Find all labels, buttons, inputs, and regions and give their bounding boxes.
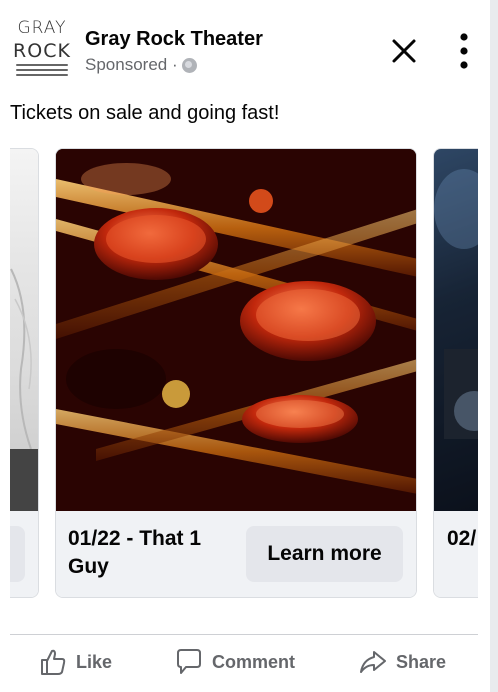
card-image-previous <box>10 149 38 511</box>
ad-carousel[interactable]: 01/22 - That 1 Guy Learn more 02/ Wi <box>10 148 478 600</box>
thumbs-up-icon <box>41 649 66 675</box>
share-label: Share <box>396 651 447 672</box>
comment-button[interactable]: Comment <box>174 642 295 682</box>
carousel-card-next[interactable]: 02/ Wi <box>433 148 478 598</box>
like-label: Like <box>76 651 113 672</box>
page-name-link[interactable]: Gray Rock Theater <box>85 28 263 51</box>
share-button[interactable]: Share <box>358 642 446 682</box>
scrollbar-track <box>490 0 498 692</box>
like-button[interactable]: Like <box>38 642 112 682</box>
carousel-card[interactable]: 01/22 - That 1 Guy Learn more <box>55 148 417 598</box>
comment-label: Comment <box>212 651 296 672</box>
sponsored-label[interactable]: Sponsored · <box>85 55 197 75</box>
ad-primary-text: Tickets on sale and going fast! <box>10 102 280 124</box>
more-options-button[interactable] <box>452 32 476 70</box>
carousel-card-previous[interactable] <box>10 148 39 598</box>
logo-line1: GRAY <box>17 18 67 38</box>
card-headline-next: 02/ Wi <box>447 527 478 550</box>
card-image <box>56 149 416 511</box>
share-icon <box>360 651 386 673</box>
card-image-next <box>434 149 478 511</box>
card-footer-previous <box>10 511 38 597</box>
logo-line2: ROCK <box>13 40 71 62</box>
close-icon <box>392 39 416 63</box>
card-footer-next: 02/ Wi <box>434 511 478 597</box>
learn-more-button[interactable]: Learn more <box>246 526 403 582</box>
comment-icon <box>177 649 201 674</box>
action-divider <box>10 634 478 635</box>
sponsored-post: GRAY ROCK Gray Rock Theater Sponsored · … <box>0 0 498 692</box>
more-vertical-icon <box>460 33 468 69</box>
logo-stripes <box>16 64 68 79</box>
close-button[interactable] <box>388 35 420 67</box>
card-headline: 01/22 - That 1 Guy <box>68 527 202 578</box>
globe-icon <box>181 57 197 73</box>
card-footer: 01/22 - That 1 Guy Learn more <box>56 511 416 597</box>
sponsored-text: Sponsored · <box>85 55 178 74</box>
card-button-previous[interactable] <box>10 526 25 582</box>
page-logo[interactable]: GRAY ROCK <box>12 18 72 80</box>
